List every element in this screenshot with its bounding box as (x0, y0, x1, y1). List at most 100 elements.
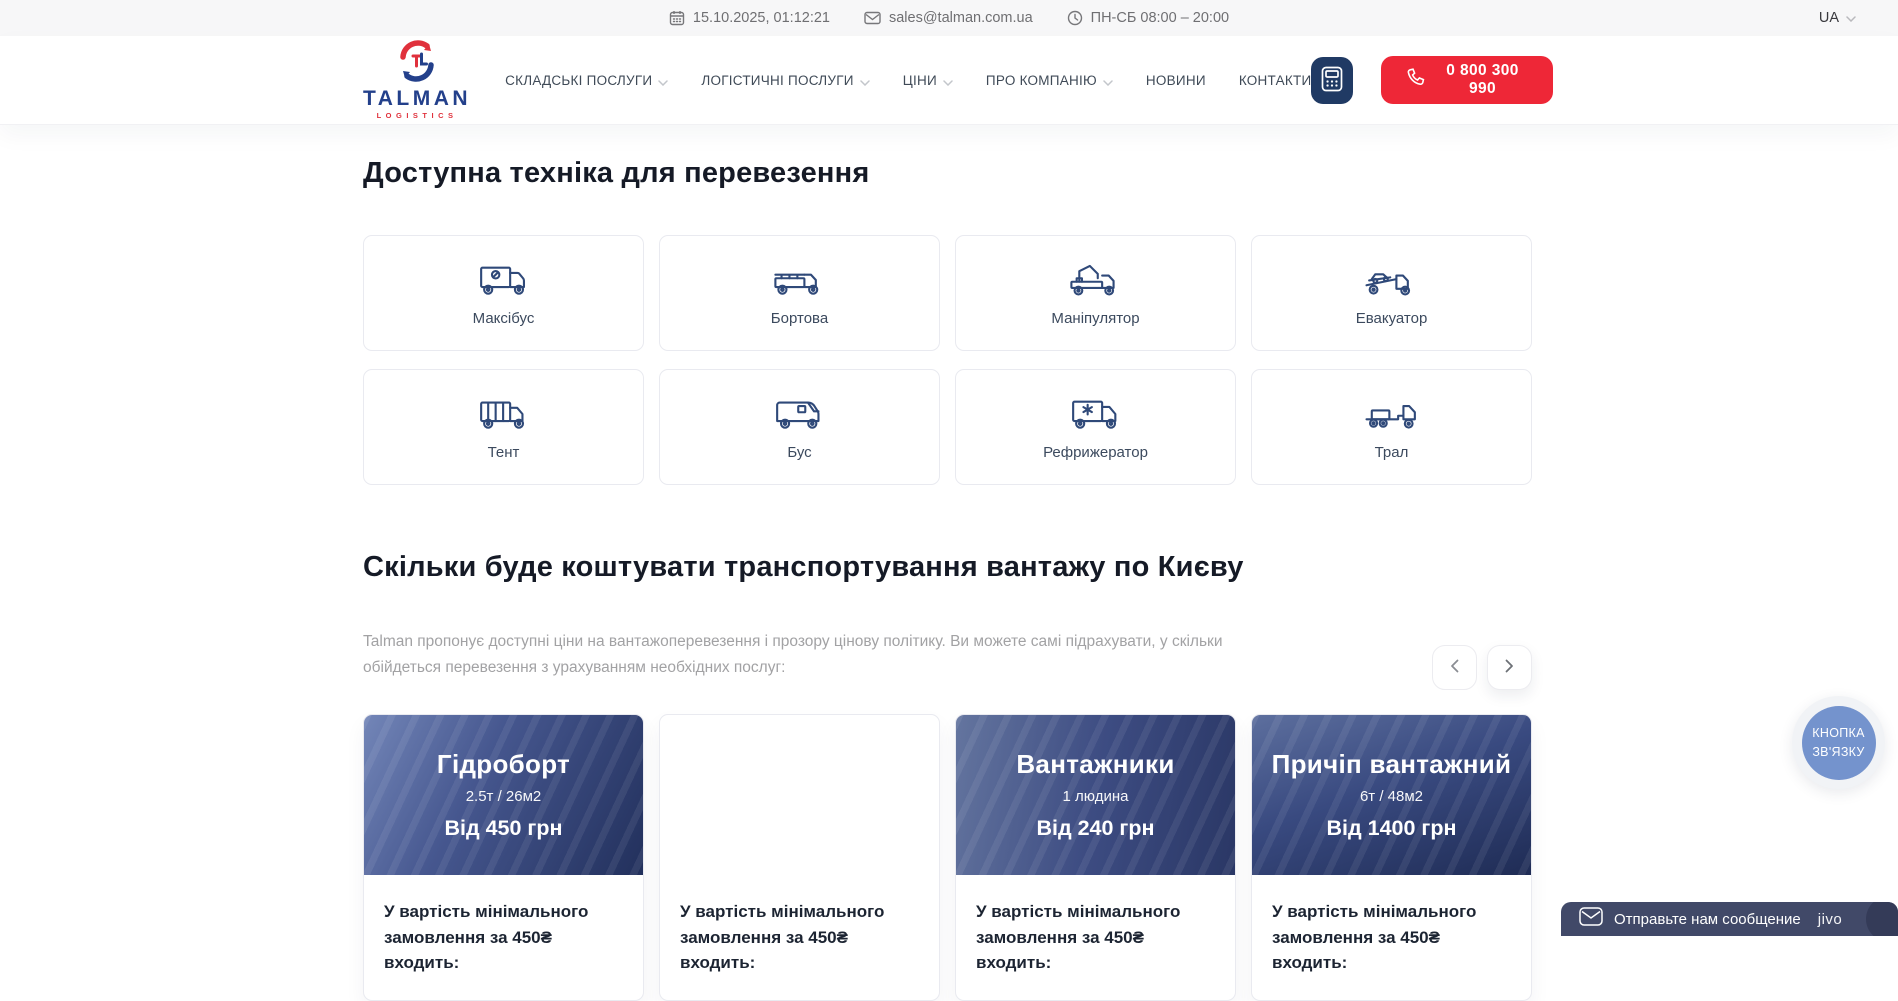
vehicle-card-maxibus[interactable]: Максібус (363, 235, 644, 351)
pricing-card-includes: У вартість мінімального замовлення за 45… (1272, 899, 1511, 976)
pricing-card-price: Від 620 грн (740, 816, 858, 841)
nav-item-logistics-services[interactable]: ЛОГІСТИЧНІ ПОСЛУГИ (701, 72, 869, 89)
vehicle-card-crane[interactable]: Маніпулятор (955, 235, 1236, 351)
vehicle-label: Бортова (771, 310, 828, 327)
topbar-datetime: 15.10.2025, 01:12:21 (669, 10, 830, 26)
topbar-datetime-label: 15.10.2025, 01:12:21 (693, 10, 830, 26)
chevron-down-icon (943, 74, 953, 89)
topbar-hours-label: ПН-СБ 08:00 – 20:00 (1091, 10, 1229, 26)
logo-subtitle: LOGISTICS (377, 112, 458, 120)
pricing-card-photo: Гідроборт 2.5т / 26м2 Від 450 грн (364, 715, 643, 875)
nav-item-contacts[interactable]: КОНТАКТИ (1239, 73, 1312, 88)
vehicle-label: Бус (787, 444, 811, 461)
nav-item-about-company[interactable]: ПРО КОМПАНІЮ (986, 72, 1113, 89)
vehicle-card-tow[interactable]: Евакуатор (1251, 235, 1532, 351)
chat-widget-bar[interactable]: Отправьте нам сообщение jivo (1561, 902, 1898, 936)
van-icon (771, 393, 829, 435)
pricing-card-includes: У вартість мінімального замовлення за 45… (384, 899, 623, 976)
talman-logo[interactable]: TALMAN LOGISTICS (363, 40, 471, 120)
pricing-card-spec: 2.5т / 26м2 (466, 788, 542, 805)
vehicle-label: Маніпулятор (1051, 310, 1139, 327)
tent-truck-icon (475, 393, 533, 435)
vehicle-label: Тент (488, 444, 520, 461)
pricing-card-cargo-trailer: Причіп вантажний 6т / 48м2 Від 1400 грн … (1251, 714, 1532, 1001)
topbar: 15.10.2025, 01:12:21 sales@talman.com.ua… (0, 0, 1898, 36)
tow-truck-icon (1363, 259, 1421, 301)
pricing-card-name: Гідроборт (437, 749, 570, 780)
chevron-down-icon (860, 74, 870, 89)
phone-icon (1407, 68, 1426, 92)
crane-truck-icon (1067, 259, 1125, 301)
pricing-card-name: Вантажники (1016, 749, 1174, 780)
pricing-card-spec: 6т / 48м2 (1360, 788, 1423, 805)
pricing-card-spec: 2.5т / 26м2 (762, 788, 838, 805)
logo-wordmark: TALMAN (363, 88, 471, 109)
calculator-icon (1321, 66, 1343, 95)
chevron-right-icon (1505, 659, 1514, 676)
chat-message-label: Отправьте нам сообщение (1614, 911, 1801, 928)
callback-label-line2: ЗВ'ЯЗКУ (1812, 743, 1864, 761)
calendar-icon (669, 10, 685, 26)
vehicle-card-flatbed[interactable]: Бортова (659, 235, 940, 351)
calculator-button[interactable] (1311, 57, 1353, 104)
vehicle-grid: Максібус Бортова Маніпулятор Евакуатор Т… (363, 235, 1532, 485)
ukraine-flag-icon (1791, 11, 1812, 25)
vehicle-card-lowboy[interactable]: Трал (1251, 369, 1532, 485)
main-header: TALMAN LOGISTICS СКЛАДСЬКІ ПОСЛУГИ ЛОГІС… (0, 36, 1898, 125)
nav-item-news[interactable]: НОВИНИ (1146, 73, 1206, 88)
pricing-cards: Гідроборт 2.5т / 26м2 Від 450 грн У варт… (363, 714, 1532, 1001)
chevron-down-icon (658, 74, 668, 89)
topbar-hours: ПН-СБ 08:00 – 20:00 (1067, 10, 1229, 26)
vehicle-card-tent[interactable]: Тент (363, 369, 644, 485)
nav-label: ПРО КОМПАНІЮ (986, 73, 1097, 88)
envelope-icon (864, 11, 881, 25)
language-switcher[interactable]: UA (1791, 0, 1856, 36)
refrigerator-truck-icon (1067, 393, 1125, 435)
clock-icon (1067, 10, 1083, 26)
pricing-card-hydroboard: Гідроборт 2.5т / 26м2 Від 450 грн У варт… (363, 714, 644, 1001)
nav-label: ЛОГІСТИЧНІ ПОСЛУГИ (701, 73, 853, 88)
pricing-card-includes: У вартість мінімального замовлення за 45… (976, 899, 1215, 976)
pricing-card-maxibus: Максібус 2.5т / 26м2 Від 620 грн У варті… (659, 714, 940, 1001)
language-label: UA (1819, 10, 1839, 26)
flatbed-truck-icon (771, 259, 829, 301)
pricing-card-photo: Причіп вантажний 6т / 48м2 Від 1400 грн (1252, 715, 1531, 875)
chevron-down-icon (1846, 10, 1856, 26)
nav-label: НОВИНИ (1146, 73, 1206, 88)
nav-label: ЦІНИ (903, 73, 937, 88)
pricing-card-photo: Максібус 2.5т / 26м2 Від 620 грн (660, 715, 939, 875)
vehicle-label: Евакуатор (1356, 310, 1428, 327)
pricing-description: Talman пропонує доступні ціни на вантажо… (363, 629, 1293, 680)
topbar-email-label: sales@talman.com.ua (889, 10, 1033, 26)
pricing-section-title: Скільки буде коштувати транспортування в… (363, 551, 1244, 584)
callback-label-line1: КНОПКА (1812, 724, 1864, 742)
carousel-arrows (1432, 645, 1532, 690)
phone-button[interactable]: 0 800 300 990 (1381, 56, 1553, 104)
chat-envelope-icon (1579, 907, 1603, 931)
vehicle-label: Максібус (473, 310, 535, 327)
main-nav: СКЛАДСЬКІ ПОСЛУГИ ЛОГІСТИЧНІ ПОСЛУГИ ЦІН… (505, 72, 1311, 89)
vehicle-label: Трал (1375, 444, 1409, 461)
carousel-prev-button[interactable] (1432, 645, 1477, 690)
nav-item-warehouse-services[interactable]: СКЛАДСЬКІ ПОСЛУГИ (505, 72, 668, 89)
pricing-card-name: Максібус (741, 749, 858, 780)
pricing-card-loaders: Вантажники 1 людина Від 240 грн У вартіс… (955, 714, 1236, 1001)
vehicle-card-refrigerator[interactable]: Рефрижератор (955, 369, 1236, 485)
pricing-card-includes: У вартість мінімального замовлення за 45… (680, 899, 919, 976)
jivo-logo: jivo (1818, 911, 1843, 928)
pricing-card-spec: 1 людина (1063, 788, 1129, 805)
vehicles-section-title: Доступна техніка для перевезення (363, 157, 869, 190)
talman-logo-emblem-icon (394, 40, 440, 86)
nav-item-prices[interactable]: ЦІНИ (903, 72, 953, 89)
lowboy-truck-icon (1363, 393, 1421, 435)
chevron-down-icon (1103, 74, 1113, 89)
topbar-email[interactable]: sales@talman.com.ua (864, 10, 1033, 26)
carousel-next-button[interactable] (1487, 645, 1532, 690)
nav-label: КОНТАКТИ (1239, 73, 1312, 88)
vehicle-card-van[interactable]: Бус (659, 369, 940, 485)
callback-button[interactable]: КНОПКА ЗВ'ЯЗКУ (1792, 696, 1885, 789)
pricing-card-photo: Вантажники 1 людина Від 240 грн (956, 715, 1235, 875)
pricing-card-name: Причіп вантажний (1272, 749, 1512, 780)
pricing-card-price: Від 1400 грн (1327, 816, 1457, 841)
box-truck-logo-icon (475, 259, 533, 301)
